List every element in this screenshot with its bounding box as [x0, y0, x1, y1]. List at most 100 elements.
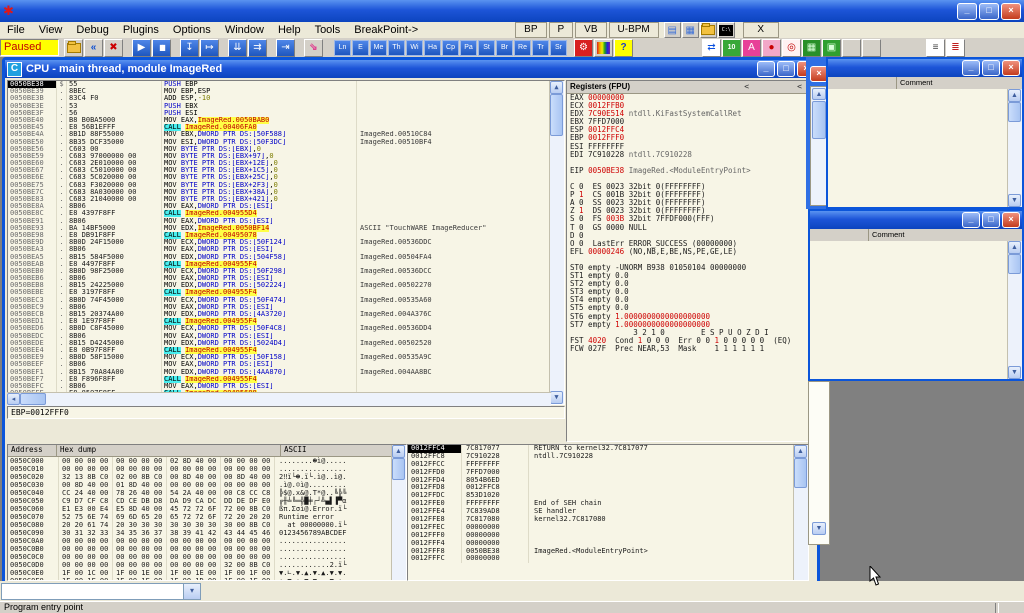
combo-dropdown-icon[interactable]: ▾ [183, 584, 200, 599]
scroll-up-icon[interactable]: ▲ [1008, 89, 1021, 102]
scroll-thumb[interactable] [1008, 254, 1021, 274]
patch-numbers-icon[interactable]: ▦ [802, 39, 821, 57]
register-line[interactable]: T 0 GS 0000 NULL [567, 224, 808, 232]
scroll-thumb[interactable] [812, 101, 826, 139]
run-icon[interactable]: ▶ [132, 39, 151, 57]
disasm-row[interactable]: 0050BE8C.E8 4397F8FFCALL ImageRed.004955… [8, 210, 564, 217]
close-button[interactable]: × [1001, 3, 1021, 20]
dump-row[interactable]: 0050C0A000 00 00 0000 00 00 0000 00 00 0… [8, 537, 406, 545]
disasm-row[interactable]: 0050BE83.C683 21040000 00MOV BYTE PTR DS… [8, 196, 564, 203]
appearance-rainbow-icon[interactable] [594, 39, 613, 57]
disasm-row[interactable]: 0050BE67.C683 C5010000 00MOV BYTE PTR DS… [8, 167, 564, 174]
disasm-row[interactable]: 0050BEA3.8B06MOV EAX,DWORD PTR DS:[ESI] [8, 246, 564, 253]
menu-close-x-button[interactable]: X [743, 22, 779, 38]
dump-row[interactable]: 0050C07052 75 6E 7469 6D 65 2065 72 72 6… [8, 513, 406, 521]
cpu-title-bar[interactable]: C CPU - main thread, module ImageRed _ □… [5, 60, 817, 78]
scroll-thumb[interactable] [392, 458, 405, 480]
disasm-row[interactable]: 0050BECB.8B15 20374A00MOV EDX,DWORD PTR … [8, 311, 564, 318]
disasm-row[interactable]: 0050BEB0.8B0D 98F25000MOV ECX,DWORD PTR … [8, 268, 564, 275]
scroll-down-icon[interactable]: ▼ [812, 522, 826, 535]
restart-icon[interactable]: « [84, 39, 103, 57]
scroll-up-icon[interactable]: ▲ [550, 81, 563, 94]
registers-pane[interactable]: Registers (FPU) < < EAX 00000000ECX 0012… [566, 80, 809, 442]
disasm-row[interactable]: 0050BE40.B8 B0BA5000MOV EAX,ImageRed.005… [8, 117, 564, 124]
menu-file[interactable]: File [0, 23, 32, 38]
panel-maximize-button[interactable]: □ [982, 212, 1000, 228]
step-into-icon[interactable]: ↧ [180, 39, 199, 57]
help-icon[interactable]: ? [614, 39, 633, 57]
scroll-up-icon[interactable]: ▲ [392, 445, 405, 458]
scroll-down-icon[interactable]: ▼ [1008, 194, 1021, 207]
disasm-row[interactable]: 0050BEF1.8B15 70A84A00MOV EDX,DWORD PTR … [8, 369, 564, 376]
register-line[interactable]: EIP 0050BE38 ImageRed.<ModuleEntryPoint> [567, 167, 808, 175]
animate-into-icon[interactable]: ⇊ [228, 39, 247, 57]
registers-collapse-icons[interactable]: < < [744, 81, 802, 93]
disasm-row[interactable]: 0050BEEF.8B06MOV EAX,DWORD PTR DS:[ESI] [8, 361, 564, 368]
close-program-icon[interactable]: ✖ [104, 39, 123, 57]
scroll-down-icon[interactable]: ▼ [1008, 366, 1021, 379]
pause-icon[interactable]: ▮▮ [152, 39, 171, 57]
scroll-left-icon[interactable]: ◂ [7, 393, 20, 405]
scroll-down-icon[interactable]: ▼ [550, 391, 563, 404]
dump-row[interactable]: 0050C060E1 E3 00 E4E5 8D 40 0045 72 72 6… [8, 505, 406, 513]
window-button-ln[interactable]: Ln [334, 40, 351, 56]
disasm-row[interactable]: 0050BEB6.8B06MOV EAX,DWORD PTR DS:[ESI] [8, 275, 564, 282]
dump-row[interactable]: 0050C0E01F 00 1C 001F 00 1E 001F 00 1E 0… [8, 569, 406, 577]
dump-row[interactable]: 0050C0B000 00 00 0000 00 00 0000 00 00 0… [8, 545, 406, 553]
menu-button-bp[interactable]: BP [515, 22, 546, 38]
menu-button-p[interactable]: P [549, 22, 574, 38]
disasm-row[interactable]: 0050BE91.8B06MOV EAX,DWORD PTR DS:[ESI] [8, 218, 564, 225]
minimize-button[interactable]: _ [957, 3, 977, 20]
calculator-icon[interactable]: ▦ [682, 22, 699, 38]
menu-button-vb[interactable]: VB [575, 22, 606, 38]
panel-list-area[interactable] [828, 89, 1008, 207]
marked-log-icon[interactable]: ≣ [946, 39, 965, 57]
dump-row[interactable]: 0050C02032 13 8B C002 00 8B C000 8D 40 0… [8, 473, 406, 481]
dump-row[interactable]: 0050C09030 31 32 3334 35 36 3738 39 41 4… [8, 529, 406, 537]
disasm-row[interactable]: 0050BEDC.8B06MOV EAX,DWORD PTR DS:[ESI] [8, 333, 564, 340]
panel-minimize-button[interactable]: _ [962, 60, 980, 76]
log-list-icon[interactable]: ≡ [926, 39, 945, 57]
register-line[interactable]: FCW 027F Prec NEAR,53 Mask 1 1 1 1 1 1 [567, 345, 808, 353]
cpu-restore-button[interactable]: □ [777, 61, 795, 77]
disasm-row[interactable]: 0050BEE9.8B0D 58F15000MOV ECX,DWORD PTR … [8, 354, 564, 361]
menu-tools[interactable]: Tools [308, 23, 348, 38]
disasm-row[interactable]: 0050BE8A.8B06MOV EAX,DWORD PTR DS:[ESI] [8, 203, 564, 210]
disasm-row[interactable]: 0050BEA5.8B15 584F5000MOV EDX,DWORD PTR … [8, 254, 564, 261]
empty-slot[interactable] [842, 39, 861, 57]
ascii-icon[interactable]: A [742, 39, 761, 57]
dump-scrollbar[interactable]: ▲ [391, 445, 406, 580]
disasm-row[interactable]: 0050BED6.8B0D C8F45000MOV ECX,DWORD PTR … [8, 325, 564, 332]
record-dot-icon[interactable]: ● [762, 39, 781, 57]
disasm-row[interactable]: 0050BE98.E8 DB91F8FFCALL ImageRed.004950… [8, 232, 564, 239]
dump-row[interactable]: 0050C03000 8D 40 0001 8D 40 0000 00 00 0… [8, 481, 406, 489]
window-button-wi[interactable]: Wi [406, 40, 423, 56]
run-to-return-icon[interactable]: ⇥ [276, 39, 295, 57]
window-button-pa[interactable]: Pa [460, 40, 477, 56]
menu-plugins[interactable]: Plugins [116, 23, 166, 38]
disasm-row[interactable]: 0050BEC3.8B0D 74F45000MOV ECX,DWORD PTR … [8, 297, 564, 304]
ten-icon[interactable]: 10 [722, 39, 741, 57]
disasm-row[interactable]: 0050BE60.C683 2E010000 00MOV BYTE PTR DS… [8, 160, 564, 167]
options-gear-icon[interactable]: ⚙ [574, 39, 593, 57]
window-button-st[interactable]: St [478, 40, 495, 56]
window-grid-icon[interactable]: ▣ [822, 39, 841, 57]
window-button-sr[interactable]: Sr [550, 40, 567, 56]
notepad-icon[interactable]: ▤ [664, 22, 681, 38]
disasm-row[interactable]: 0050BE39.8BECMOV EBP,ESP [8, 88, 564, 95]
disasm-row[interactable]: 0050BE7C.C683 8A030000 00MOV BYTE PTR DS… [8, 189, 564, 196]
disasm-row[interactable]: 0050BE75.C683 F3020000 00MOV BYTE PTR DS… [8, 182, 564, 189]
window-button-me[interactable]: Me [370, 40, 387, 56]
dump-pane[interactable]: Address Hex dump ASCII 0050C00000 00 00 … [7, 444, 407, 581]
scroll-thumb[interactable] [794, 458, 807, 488]
command-input[interactable]: ▾ [1, 583, 201, 600]
spiral-icon[interactable]: ◎ [782, 39, 801, 57]
panel-close-button[interactable]: × [1002, 212, 1020, 228]
disasm-row[interactable]: 0050BE93.BA 14BF5000MOV EDX,ImageRed.005… [8, 225, 564, 232]
go-to-address-icon[interactable]: ⇘ [304, 39, 323, 57]
console-icon[interactable]: C:\ [718, 22, 735, 38]
panel-scrollbar[interactable]: ▲ ▼ [1007, 89, 1022, 207]
disasm-row[interactable]: 0050BEDE.8B15 D4245000MOV EDX,DWORD PTR … [8, 340, 564, 347]
stack-scrollbar[interactable]: ▲ [793, 445, 808, 580]
window-button-ha[interactable]: Ha [424, 40, 441, 56]
